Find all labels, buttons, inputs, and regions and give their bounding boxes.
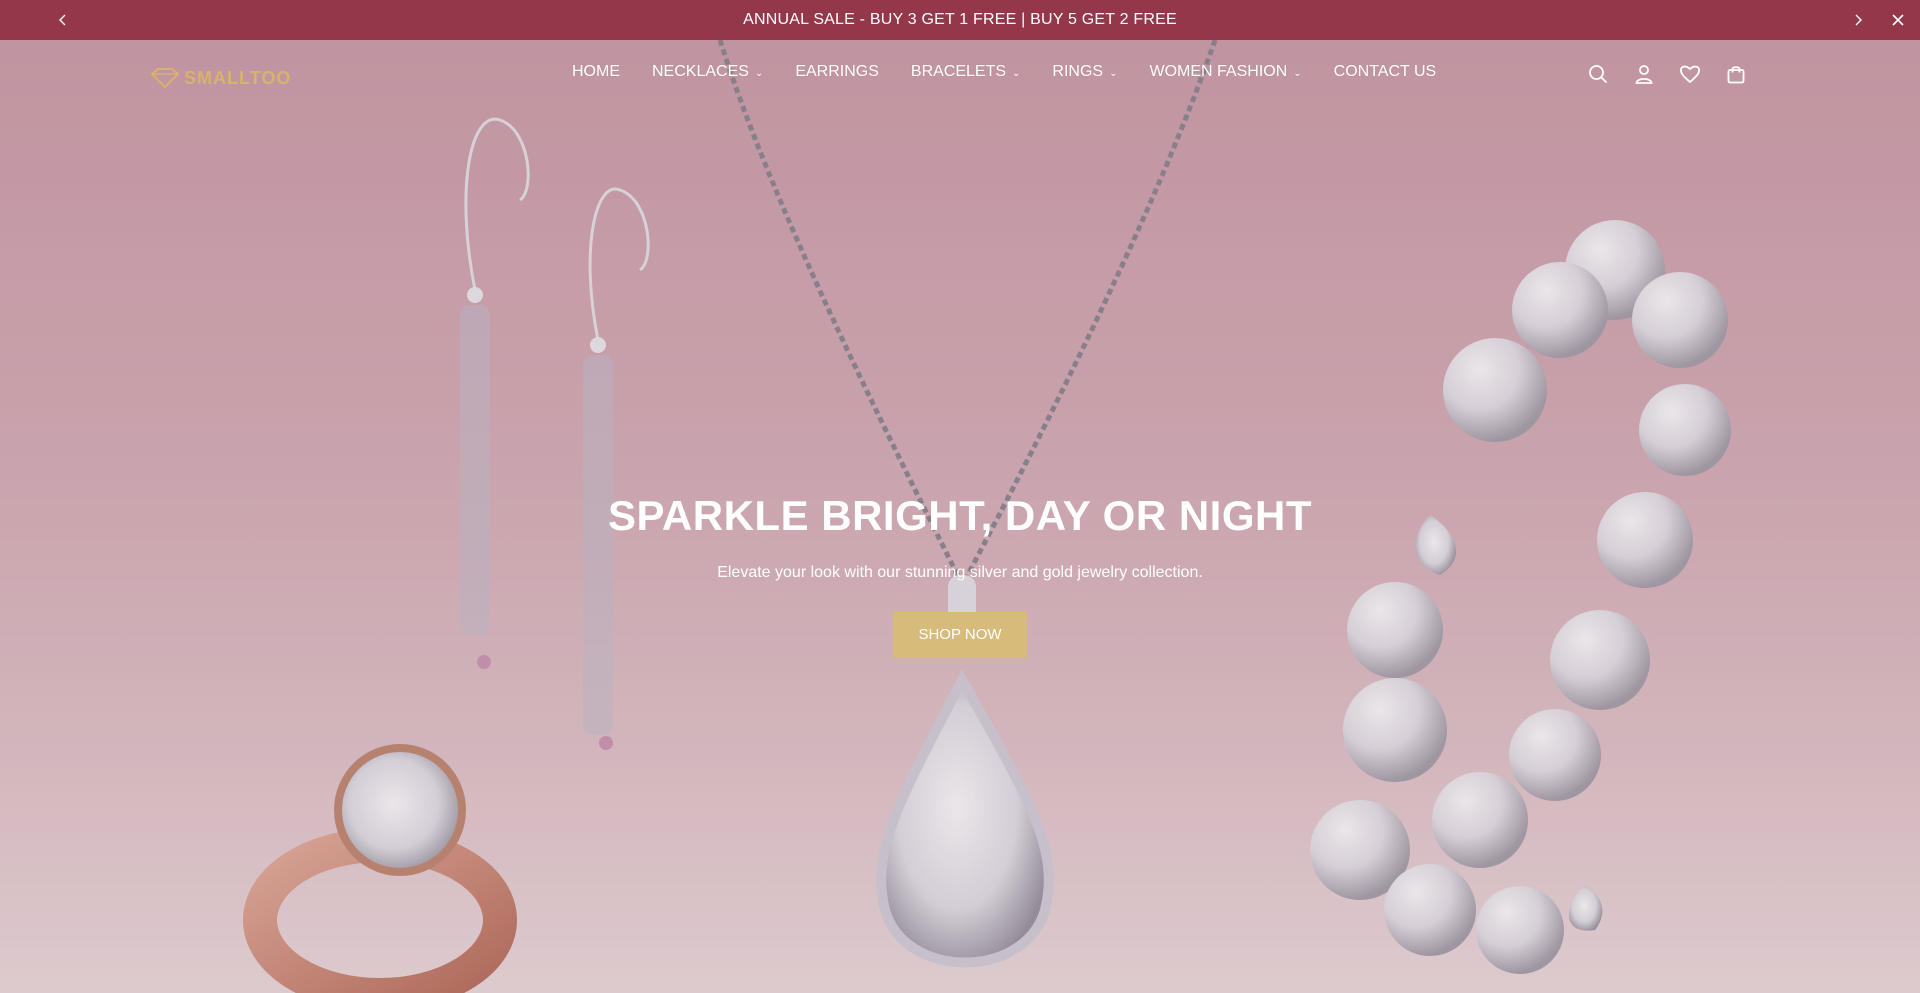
nav-item-label: RINGS [1052, 63, 1104, 80]
chevron-right-icon [1855, 14, 1862, 26]
announcement-bar: ANNUAL SALE - BUY 3 GET 1 FREE | BUY 5 G… [0, 0, 1920, 40]
nav-item-label: WOMEN FASHION [1149, 63, 1288, 80]
nav-item-rings[interactable]: RINGS ⌄ [1052, 63, 1117, 81]
wishlist-heart-icon [1680, 65, 1700, 84]
announcement-text: ANNUAL SALE - BUY 3 GET 1 FREE | BUY 5 G… [743, 11, 1177, 28]
account-button[interactable] [1632, 62, 1656, 86]
wishlist-button[interactable] [1678, 62, 1702, 86]
header-icons [1586, 62, 1748, 86]
nav-item-women-fashion[interactable]: WOMEN FASHION ⌄ [1149, 63, 1301, 81]
shop-now-button[interactable]: SHOP NOW [893, 612, 1027, 658]
chevron-down-icon: ⌄ [1293, 67, 1302, 79]
cart-bag-icon [1727, 66, 1745, 84]
nav-item-label: HOME [572, 63, 620, 80]
nav-item-label: NECKLACES [652, 63, 749, 80]
diamond-logo-icon [150, 68, 180, 88]
account-icon [1635, 65, 1653, 84]
close-icon [1892, 14, 1904, 26]
site-header: SMALLTOO HOME NECKLACES ⌄ EARRINGS BRACE… [0, 40, 1920, 110]
search-button[interactable] [1586, 62, 1610, 86]
chevron-left-icon [59, 14, 66, 26]
hero-subtitle: Elevate your look with our stunning silv… [717, 564, 1203, 581]
announcement-close-button[interactable] [1878, 0, 1918, 40]
hero-content: SPARKLE BRIGHT, DAY OR NIGHT Elevate you… [0, 492, 1920, 658]
chevron-down-icon: ⌄ [1109, 67, 1118, 79]
hero-title: SPARKLE BRIGHT, DAY OR NIGHT [608, 492, 1312, 539]
brand-logo[interactable]: SMALLTOO [150, 64, 291, 92]
cart-button[interactable] [1724, 62, 1748, 86]
announcement-prev-button[interactable] [43, 0, 83, 40]
nav-item-necklaces[interactable]: NECKLACES ⌄ [652, 63, 763, 81]
nav-item-label: BRACELETS [910, 63, 1007, 80]
nav-item-label: CONTACT US [1333, 63, 1437, 80]
nav-item-contact-us[interactable]: CONTACT US [1334, 63, 1437, 81]
search-icon [1589, 65, 1608, 84]
announcement-next-button[interactable] [1838, 0, 1878, 40]
chevron-down-icon: ⌄ [754, 67, 764, 79]
main-nav: HOME NECKLACES ⌄ EARRINGS BRACELETS ⌄ RI… [572, 63, 1436, 81]
nav-item-earrings[interactable]: EARRINGS [795, 63, 879, 81]
brand-logo-text: SMALLTOO [184, 67, 292, 88]
chevron-down-icon: ⌄ [1012, 67, 1021, 79]
nav-item-home[interactable]: HOME [572, 63, 620, 81]
nav-item-bracelets[interactable]: BRACELETS ⌄ [911, 63, 1021, 81]
nav-item-label: EARRINGS [795, 63, 879, 80]
